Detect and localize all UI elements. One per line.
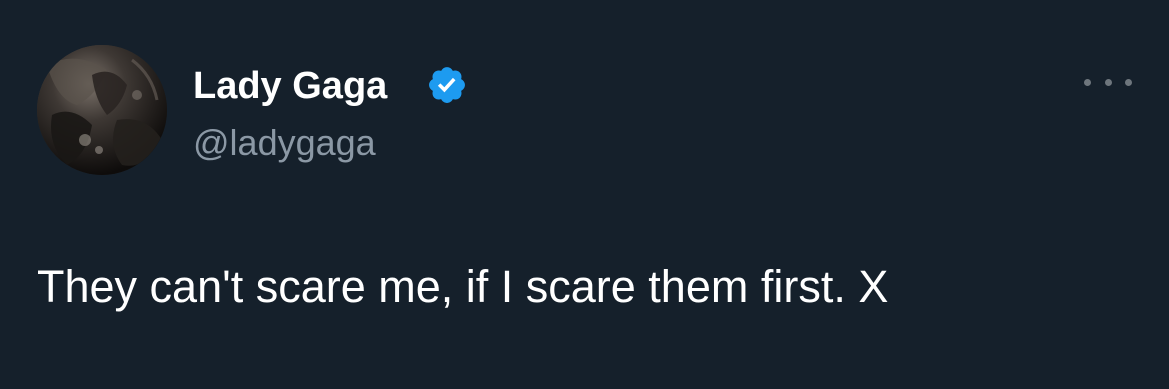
author-name[interactable]: Lady Gaga (193, 64, 387, 108)
more-dot-icon (1084, 78, 1091, 86)
avatar-image (37, 45, 167, 175)
avatar[interactable] (37, 45, 167, 175)
more-dot-icon (1104, 78, 1112, 86)
more-dot-icon (1125, 78, 1132, 86)
verified-badge-icon (429, 67, 465, 103)
tweet-card: Lady Gaga @ladygaga They can't scare me,… (0, 0, 1169, 389)
author-handle[interactable]: @ladygaga (193, 122, 376, 164)
tweet-text: They can't scare me, if I scare them fir… (37, 261, 889, 312)
more-options-button[interactable] (1084, 70, 1132, 94)
